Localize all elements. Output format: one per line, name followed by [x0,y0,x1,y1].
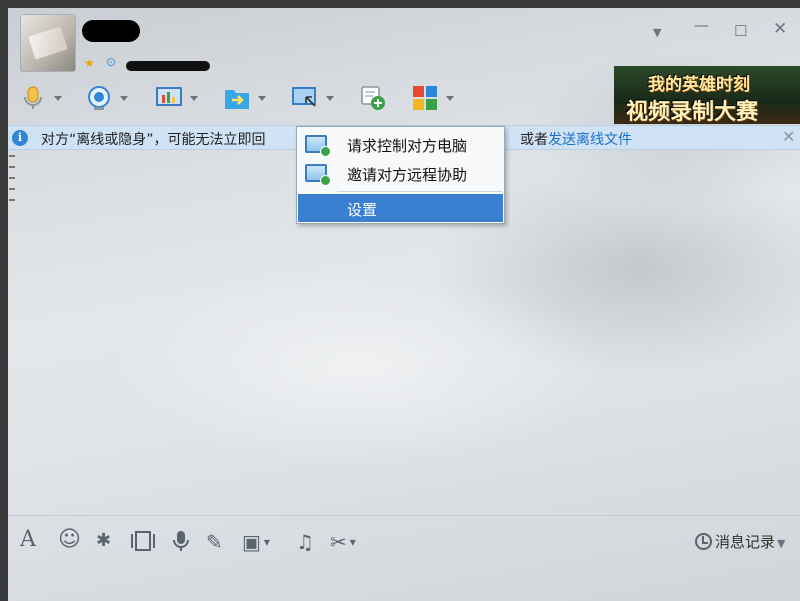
video-call-dropdown[interactable] [120,95,128,101]
screen-share-icon [156,87,182,106]
video-frame-icon [131,531,155,551]
ad-subheadline: 视频录制大赛 [626,100,759,124]
music-button[interactable]: ♫ [296,530,314,554]
offline-notice-or: 或者 [520,132,548,148]
menu-item-label: 邀请对方远程协助 [347,166,468,184]
remote-desktop-button[interactable] [292,80,334,116]
remote-desktop-dropdown[interactable] [326,95,334,101]
menu-item-label: 设置 [347,201,378,219]
remote-control-icon [305,135,331,157]
screen-share-button[interactable] [156,80,198,116]
status-badge-icon[interactable]: ⊙ [106,55,116,69]
create-group-chat-button[interactable] [360,80,386,116]
remote-desktop-icon [292,87,316,107]
apps-dropdown[interactable] [446,95,454,101]
chevron-down-icon[interactable]: ▼ [653,26,661,39]
advertisement-banner[interactable]: 我的英雄时刻 视频录制大赛 [614,66,800,124]
maximize-button[interactable]: ☐ [734,22,747,40]
redacted-contact-name [82,20,140,42]
image-button[interactable]: ▣ [242,530,270,554]
apps-button[interactable] [412,80,454,116]
send-file-dropdown[interactable] [258,95,266,101]
send-offline-file-link[interactable]: 发送离线文件 [548,132,632,148]
video-message-button[interactable] [130,530,156,557]
chevron-down-icon: ▼ [777,537,786,550]
video-call-button[interactable] [86,80,128,116]
input-toolbar: A ☺ ✱ ✎ ▣ ♫ ✂ 消息记录▼ [8,515,800,557]
message-history-label: 消息记录 [715,533,776,551]
voice-call-dropdown[interactable] [54,95,62,101]
remote-desktop-menu: 请求控制对方电脑 邀请对方远程协助 设置 [296,126,505,224]
window-shake-button[interactable]: ✱ [96,530,111,551]
voice-message-button[interactable] [172,530,190,557]
chat-window: ★ ⊙ ▼ — ☐ ✕ 我的英雄时刻 视频录制大赛 i 对方“离线或隐身”，可能… [8,8,800,601]
menu-item-request-control[interactable]: 请求控制对方电脑 [298,130,503,158]
minimize-button[interactable]: — [694,16,709,34]
redacted-signature [126,61,210,71]
menu-item-label: 请求控制对方电脑 [347,137,468,155]
voice-call-button[interactable] [20,80,62,116]
menu-item-settings[interactable]: 设置 [298,194,503,222]
font-button[interactable]: A [20,527,36,552]
offline-notice-text: 对方“离线或隐身”，可能无法立即回 [41,132,266,148]
close-notice-button[interactable]: ✕ [782,127,795,146]
menu-item-invite-assist[interactable]: 邀请对方远程协助 [298,159,503,187]
screen-share-dropdown[interactable] [190,95,198,101]
send-file-button[interactable] [224,80,266,116]
screenshot-button[interactable]: ✂ [330,530,356,554]
webcam-icon [88,86,110,110]
star-badge-icon[interactable]: ★ [84,56,95,70]
folder-transfer-icon [225,90,249,109]
apps-grid-icon [413,86,437,110]
microphone-icon [24,86,42,109]
ad-headline: 我的英雄时刻 [648,75,750,95]
chat-add-icon [361,86,385,110]
message-history-button[interactable]: 消息记录 ▼ [695,531,785,552]
menu-divider [337,191,502,192]
info-icon: i [12,129,28,146]
window-edge-marks [8,146,16,236]
emoji-button[interactable]: ☺ [58,527,81,552]
remote-assist-icon [305,164,331,186]
handwriting-button[interactable]: ✎ [206,530,223,554]
close-button[interactable]: ✕ [773,19,787,39]
contact-avatar[interactable] [20,14,76,72]
offline-notice-tail: 或者发送离线文件 [520,129,632,149]
clock-icon [695,533,712,550]
microphone-icon [173,531,189,551]
